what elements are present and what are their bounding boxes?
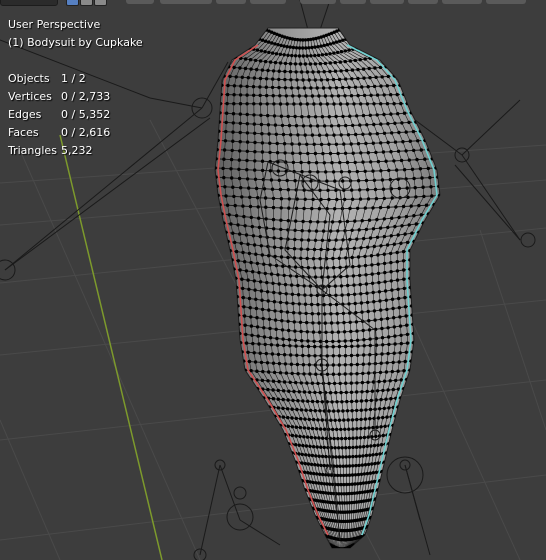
stat-triangles: Triangles 5,232 <box>8 144 93 157</box>
stat-edges: Edges 0 / 5,352 <box>8 108 111 121</box>
header-button[interactable] <box>340 0 366 4</box>
viewport-info-overlay: User Perspective (1) Bodysuit by Cupkake… <box>8 16 143 160</box>
edge-select-icon[interactable] <box>80 0 93 6</box>
stat-faces: Faces 0 / 2,616 <box>8 126 111 139</box>
stat-objects: Objects 1 / 2 <box>8 72 86 85</box>
face-select-icon[interactable] <box>94 0 107 6</box>
viewport-header <box>0 0 546 6</box>
header-button[interactable] <box>370 0 404 4</box>
header-button[interactable] <box>442 0 482 4</box>
view-name: User Perspective <box>8 18 101 31</box>
3d-viewport[interactable]: User Perspective (1) Bodysuit by Cupkake… <box>0 0 546 560</box>
vertex-select-icon[interactable] <box>66 0 79 6</box>
header-button[interactable] <box>408 0 438 4</box>
header-button[interactable] <box>160 0 212 4</box>
header-button[interactable] <box>216 0 246 4</box>
stat-vertices: Vertices 0 / 2,733 <box>8 90 111 103</box>
header-button[interactable] <box>126 0 154 4</box>
active-object-name: (1) Bodysuit by Cupkake <box>8 36 143 49</box>
header-button[interactable] <box>250 0 286 4</box>
mode-dropdown[interactable] <box>0 0 58 6</box>
header-button[interactable] <box>486 0 526 4</box>
header-button[interactable] <box>300 0 336 4</box>
